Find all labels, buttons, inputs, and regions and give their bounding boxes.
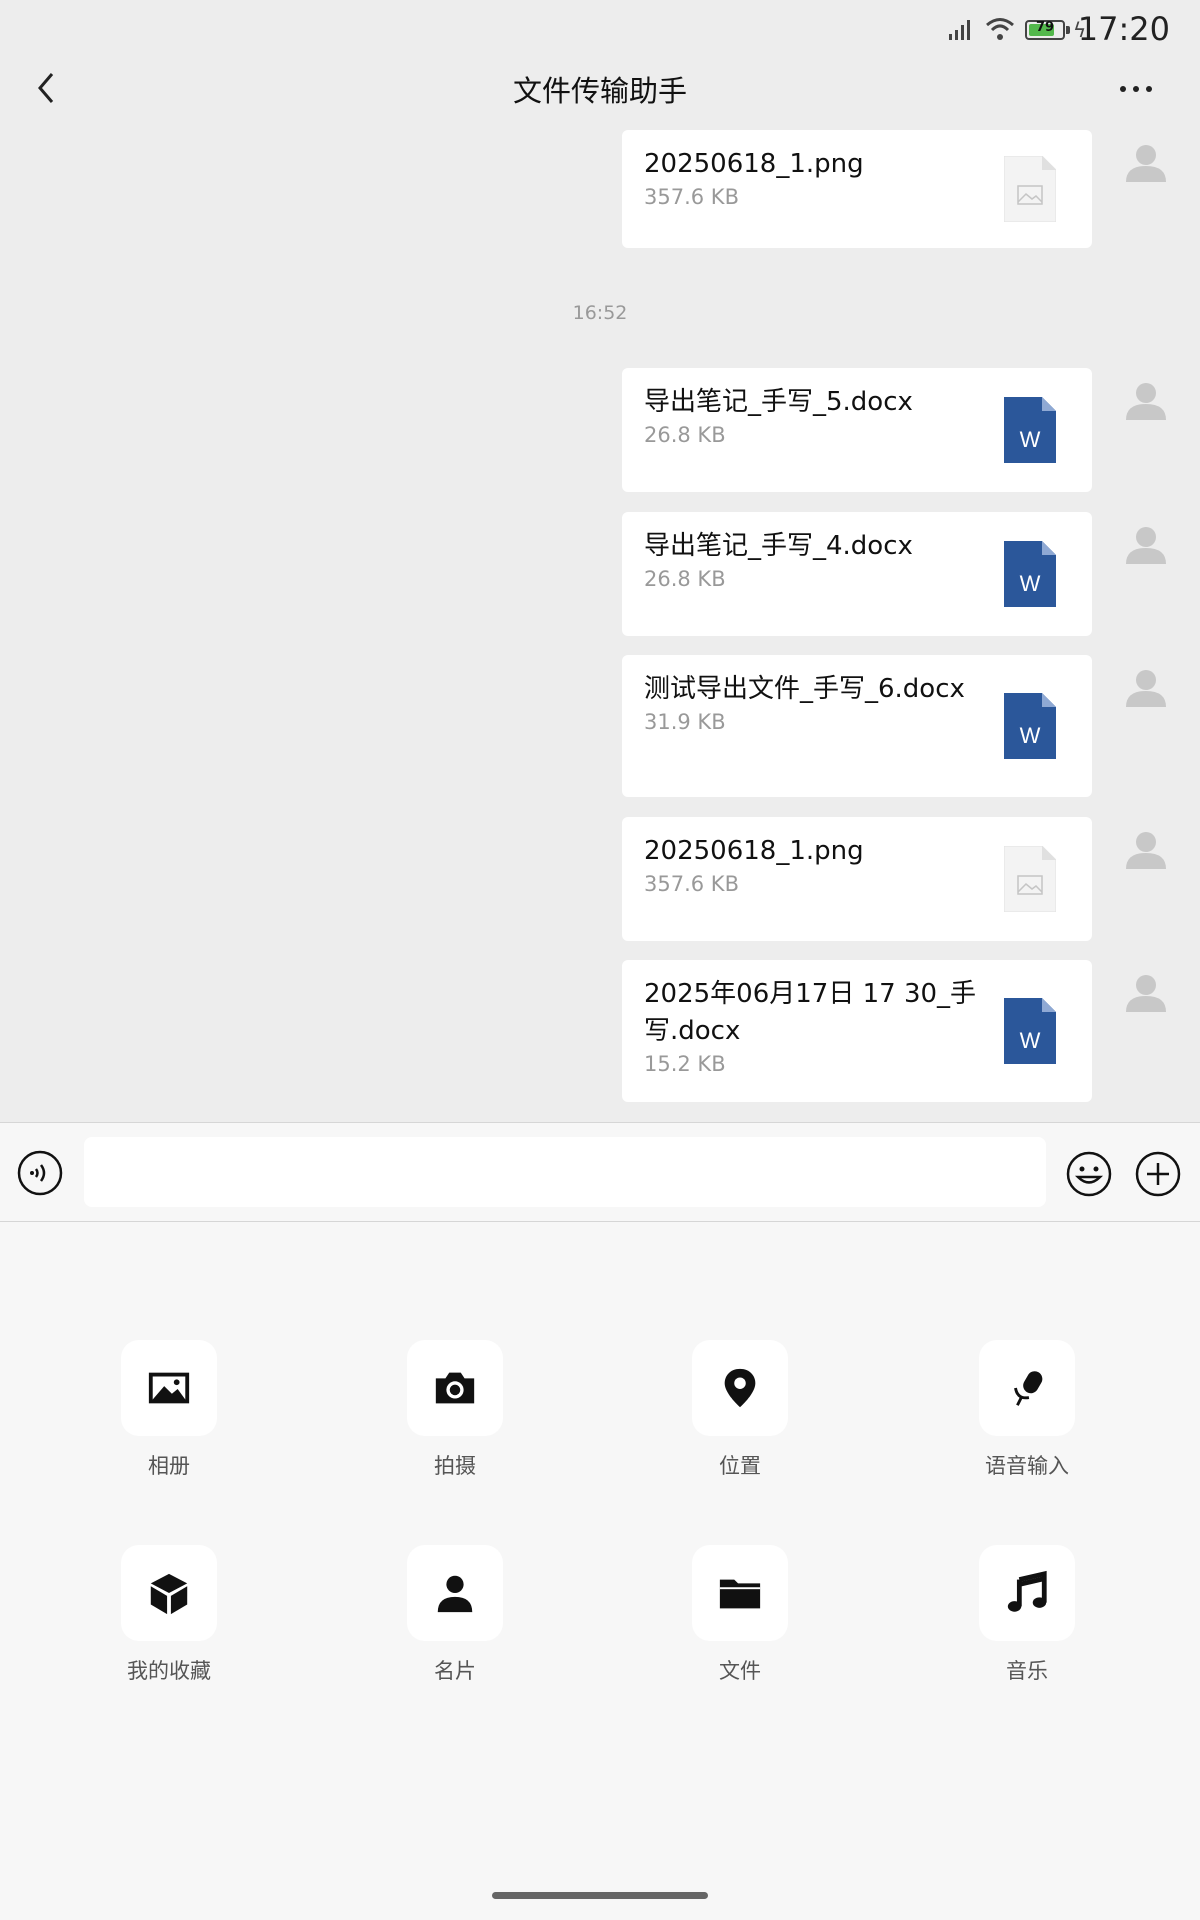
tool-label: 语音输入 [985, 1454, 1069, 1478]
battery-tip [1066, 26, 1070, 34]
file-message[interactable]: 导出笔记_手写_4.docx 26.8 KB W [622, 512, 1092, 636]
music-note-icon[interactable] [979, 1545, 1075, 1641]
svg-text:W: W [1020, 723, 1041, 748]
image-file-icon [1003, 845, 1057, 913]
file-message[interactable]: 导出笔记_手写_5.docx 26.8 KB W [622, 368, 1092, 492]
tool-microphone[interactable]: 语音输入 [937, 1340, 1117, 1480]
tool-label: 拍摄 [434, 1454, 476, 1478]
battery-level: 79 [1035, 20, 1055, 35]
tool-label: 相册 [148, 1454, 190, 1478]
file-name: 20250618_1.png [644, 836, 864, 866]
folder-icon[interactable] [692, 1545, 788, 1641]
microphone-icon[interactable] [979, 1340, 1075, 1436]
contact-card-icon[interactable] [407, 1545, 503, 1641]
plus-icon[interactable] [1134, 1150, 1182, 1198]
svg-text:W: W [1020, 571, 1041, 596]
file-message[interactable]: 20250618_1.png 357.6 KB [622, 817, 1092, 941]
tool-label: 文件 [719, 1659, 761, 1683]
camera-icon[interactable] [407, 1340, 503, 1436]
home-indicator[interactable] [492, 1892, 708, 1899]
word-doc-icon: W [1004, 998, 1056, 1064]
photo-album-icon[interactable] [121, 1340, 217, 1436]
word-doc-icon: W [1004, 693, 1056, 759]
tool-favorites-cube[interactable]: 我的收藏 [79, 1545, 259, 1685]
status-bar: 79 ϟ 17:20 [0, 0, 1200, 60]
file-message[interactable]: 2025年06月17日 17 30_手写.docx 15.2 KB W [622, 960, 1092, 1102]
wifi-icon [986, 18, 1014, 40]
avatar[interactable] [1124, 970, 1168, 1014]
file-message[interactable]: 测试导出文件_手写_6.docx 31.9 KB W [622, 655, 1092, 797]
message-input[interactable] [84, 1137, 1046, 1207]
voice-input-icon[interactable] [17, 1150, 63, 1196]
file-name: 2025年06月17日 17 30_手写.docx [644, 979, 977, 1046]
word-doc-icon: W [1004, 541, 1056, 607]
avatar[interactable] [1124, 140, 1168, 184]
tool-label: 位置 [719, 1454, 761, 1478]
word-doc-icon: W [1004, 397, 1056, 463]
file-name: 导出笔记_手写_5.docx [644, 387, 913, 417]
image-file-icon [1003, 155, 1057, 223]
location-pin-icon[interactable] [692, 1340, 788, 1436]
file-name: 20250618_1.png [644, 149, 864, 179]
tool-folder[interactable]: 文件 [650, 1545, 830, 1685]
tool-label: 名片 [434, 1659, 476, 1683]
battery-icon: 79 [1025, 20, 1065, 40]
tool-photo-album[interactable]: 相册 [79, 1340, 259, 1480]
status-time: 17:20 [1077, 10, 1170, 48]
avatar[interactable] [1124, 827, 1168, 871]
more-options-icon[interactable] [1118, 84, 1154, 94]
file-name: 测试导出文件_手写_6.docx [644, 674, 965, 704]
chat-title: 文件传输助手 [512, 74, 687, 108]
tool-camera[interactable]: 拍摄 [365, 1340, 545, 1480]
avatar[interactable] [1124, 378, 1168, 422]
tool-music-note[interactable]: 音乐 [937, 1545, 1117, 1685]
tool-location-pin[interactable]: 位置 [650, 1340, 830, 1480]
file-name: 导出笔记_手写_4.docx [644, 531, 913, 561]
time-separator: 16:52 [572, 302, 628, 324]
cellular-signal-icon [949, 20, 970, 40]
avatar[interactable] [1124, 665, 1168, 709]
file-message[interactable]: 20250618_1.png 357.6 KB [622, 130, 1092, 248]
avatar[interactable] [1124, 522, 1168, 566]
favorites-cube-icon[interactable] [121, 1545, 217, 1641]
tool-contact-card[interactable]: 名片 [365, 1545, 545, 1685]
emoji-icon[interactable] [1065, 1150, 1113, 1198]
tool-label: 我的收藏 [127, 1659, 211, 1683]
svg-text:W: W [1020, 427, 1041, 452]
tool-label: 音乐 [1006, 1659, 1048, 1683]
svg-text:W: W [1020, 1028, 1041, 1053]
